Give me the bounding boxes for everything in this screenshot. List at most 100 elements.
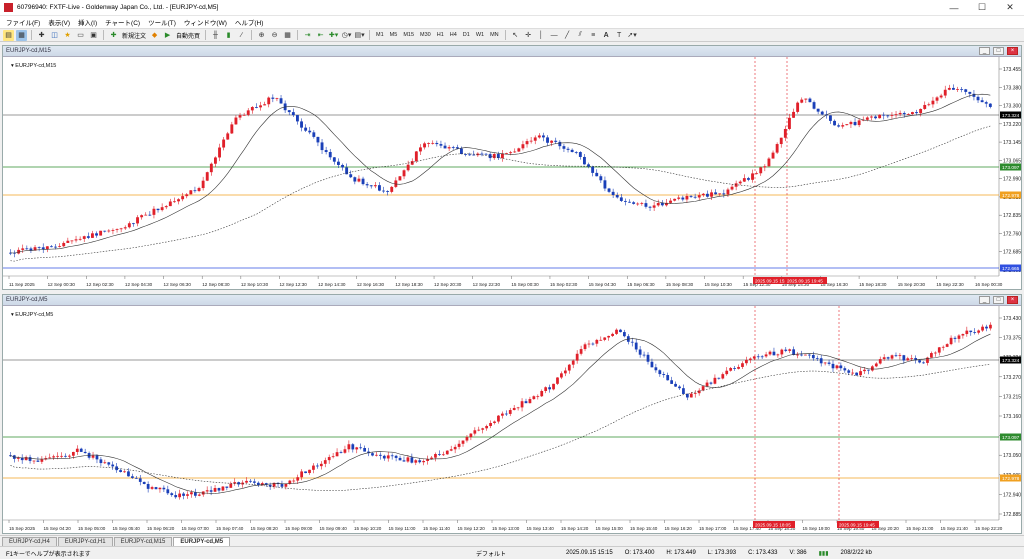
tab-eurjpy-h4[interactable]: EURJPY-cd,H4 [2, 537, 57, 546]
timeframe-w1[interactable]: W1 [474, 32, 486, 38]
chart-minimize-icon[interactable]: _ [979, 296, 990, 304]
candlestick-icon[interactable]: ▮ [223, 30, 234, 41]
chart-tabs: EURJPY-cd,H4 EURJPY-cd,H1 EURJPY-cd,M15 … [0, 535, 1024, 546]
candle-body [56, 455, 59, 457]
candle-body [190, 492, 193, 495]
timeframe-h4[interactable]: H4 [448, 32, 459, 38]
candle-body [119, 470, 122, 473]
indicators-icon[interactable]: ✚▾ [328, 30, 339, 41]
candle-body [965, 330, 969, 335]
metaeditor-icon[interactable]: ◆ [149, 30, 160, 41]
vertical-marker-label: 2025.09.15 19:45 [787, 279, 823, 284]
auto-trading-button[interactable]: 自動売買 [176, 31, 200, 40]
close-icon[interactable]: ✕ [996, 0, 1024, 16]
chart-close-icon[interactable]: × [1007, 47, 1018, 55]
timeframe-m15[interactable]: M15 [401, 32, 416, 38]
candle-body [241, 482, 244, 485]
timeframe-m1[interactable]: M1 [374, 32, 386, 38]
templates-icon[interactable]: ▤▾ [354, 30, 365, 41]
data-window-icon[interactable]: ◫ [49, 30, 60, 41]
tile-windows-icon[interactable]: ▦ [282, 30, 293, 41]
zoom-out-icon[interactable]: ⊖ [269, 30, 280, 41]
candle-body [111, 230, 115, 231]
tab-eurjpy-h1[interactable]: EURJPY-cd,H1 [57, 537, 113, 546]
minimize-icon[interactable]: — [940, 0, 968, 16]
time-tick-label: 15 Sep 18:30 [859, 282, 887, 287]
text-label-icon[interactable]: T [614, 30, 625, 41]
menu-tools[interactable]: ツール(T) [144, 17, 180, 27]
candle-body [630, 341, 634, 343]
vertical-line-icon[interactable]: │ [536, 30, 547, 41]
trendline-icon[interactable]: ╱ [562, 30, 573, 41]
tab-eurjpy-m15[interactable]: EURJPY-cd,M15 [113, 537, 173, 546]
candle-body [819, 358, 823, 364]
candle-body [759, 167, 763, 174]
menu-insert[interactable]: 挿入(I) [74, 17, 101, 27]
candle-body [123, 471, 126, 473]
candle-body [365, 184, 369, 186]
candlestick-chart-m5[interactable]: ▾ EURJPY-cd,M5 173.430 173.375 173.324 173.2… [3, 306, 1021, 533]
timeframe-mn[interactable]: MN [488, 32, 501, 38]
time-tick-label: 15 Sep 08:20 [251, 526, 279, 531]
horizontal-line-icon[interactable]: — [549, 30, 560, 41]
menu-help[interactable]: ヘルプ(H) [231, 17, 268, 27]
new-order-icon[interactable]: ✚ [108, 30, 119, 41]
chart-maximize-icon[interactable]: □ [993, 47, 1004, 55]
candle-body [952, 87, 955, 90]
zoom-in-icon[interactable]: ⊕ [256, 30, 267, 41]
candle-body [127, 223, 131, 228]
autoscroll-icon[interactable]: ⇥ [302, 30, 313, 41]
tab-eurjpy-m5[interactable]: EURJPY-cd,M5 [173, 537, 231, 546]
candle-body [48, 457, 52, 459]
title-bar: 60796940: FXTF-Live - Goldenway Japan Co… [0, 0, 1024, 16]
chart-close-icon[interactable]: × [1007, 296, 1018, 304]
candlestick-chart-m15[interactable]: ▾ EURJPY-cd,M15 173.455 173.380 173.300 173.… [3, 57, 1021, 289]
new-chart-icon[interactable]: ▤ [3, 29, 14, 41]
cursor-icon[interactable]: ↖ [510, 30, 521, 41]
candle-body [394, 455, 398, 458]
candle-body [253, 481, 256, 483]
candle-body [548, 387, 551, 390]
text-icon[interactable]: A [601, 30, 612, 41]
fibonacci-icon[interactable]: ≡ [588, 30, 599, 41]
chart-shift-icon[interactable]: ⇤ [315, 30, 326, 41]
menu-view[interactable]: 表示(V) [44, 17, 74, 27]
navigator-icon[interactable]: ★ [62, 30, 73, 41]
chart-maximize-icon[interactable]: □ [993, 296, 1004, 304]
candle-body [296, 477, 300, 481]
candle-body [259, 105, 262, 108]
terminal-icon[interactable]: ▭ [75, 30, 86, 41]
maximize-icon[interactable]: ☐ [968, 0, 996, 16]
crosshair-icon[interactable]: ✛ [523, 30, 534, 41]
candle-body [567, 364, 571, 371]
timeframe-d1[interactable]: D1 [461, 32, 472, 38]
candle-body [406, 164, 410, 171]
profiles-icon[interactable]: ▦ [16, 29, 27, 41]
candle-body [611, 191, 615, 196]
menu-window[interactable]: ウィンドウ(W) [180, 17, 231, 27]
menu-file[interactable]: ファイル(F) [2, 17, 44, 27]
candle-body [969, 330, 973, 333]
chart-minimize-icon[interactable]: _ [979, 47, 990, 55]
candle-body [371, 453, 374, 456]
candle-body [234, 117, 238, 125]
arrows-icon[interactable]: ➚▾ [627, 30, 638, 41]
new-order-button[interactable]: 新規注文 [122, 31, 146, 40]
periods-icon[interactable]: ◷▾ [341, 30, 352, 41]
tester-icon[interactable]: ▣ [88, 30, 99, 41]
candle-body [520, 401, 524, 408]
auto-trading-icon[interactable]: ▶ [162, 30, 173, 41]
toolbar-separator [369, 30, 371, 40]
line-chart-icon[interactable]: ∕ [236, 30, 247, 41]
candle-body [193, 492, 197, 496]
menu-chart[interactable]: チャート(C) [101, 17, 144, 27]
timeframe-m5[interactable]: M5 [388, 32, 400, 38]
market-watch-icon[interactable]: ✚ [36, 30, 47, 41]
bar-chart-icon[interactable]: ╫ [210, 30, 221, 41]
candle-body [717, 377, 721, 379]
channel-icon[interactable]: ⫽ [575, 30, 586, 41]
candle-body [748, 358, 752, 360]
timeframe-h1[interactable]: H1 [435, 32, 446, 38]
candle-body [953, 337, 957, 339]
timeframe-m30[interactable]: M30 [418, 32, 433, 38]
